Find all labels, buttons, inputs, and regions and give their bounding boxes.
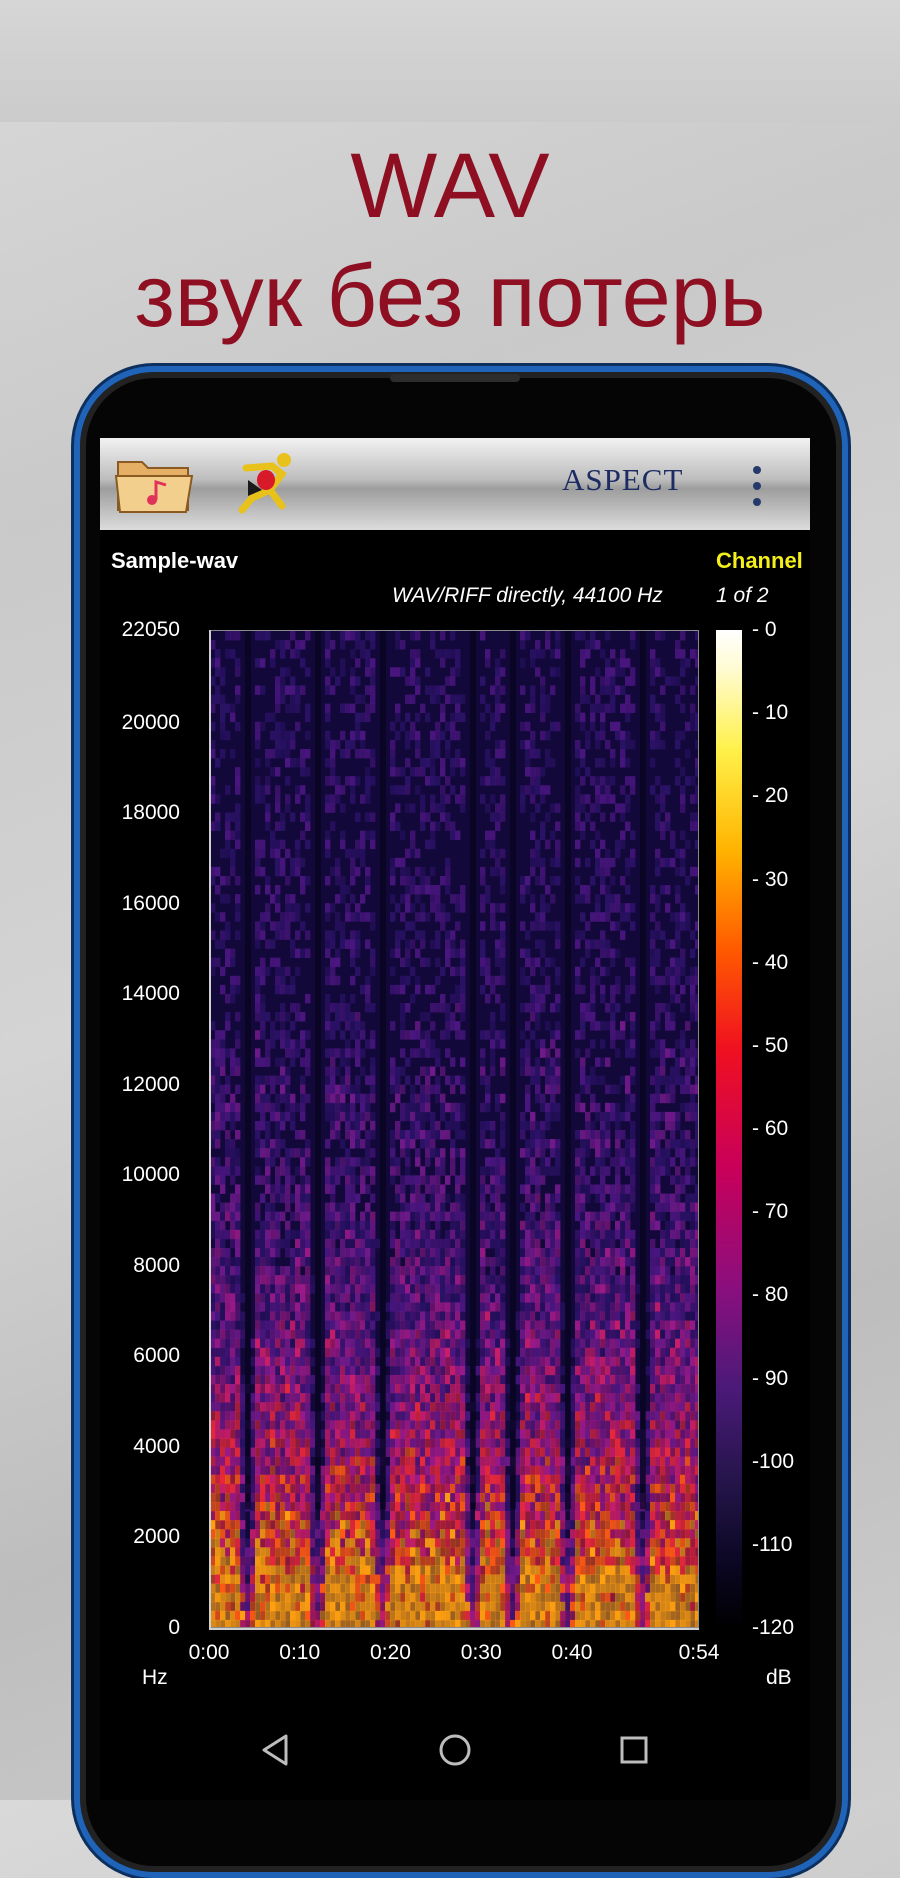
colorbar-tick-label: -100 <box>752 1450 812 1474</box>
x-tick-label: 0:10 <box>265 1641 335 1665</box>
y-tick-label: 18000 <box>80 801 180 825</box>
colorbar-tick-label: - 30 <box>752 868 812 892</box>
x-tick-label: 0:20 <box>355 1641 425 1665</box>
y-tick-label: 2000 <box>80 1525 180 1549</box>
colorbar-tick-label: -120 <box>752 1616 812 1640</box>
promo-headline-tagline: звук без потерь <box>0 252 900 340</box>
spectrogram-quiet-band <box>565 631 571 1509</box>
y-tick-label: 16000 <box>80 892 180 916</box>
spectrogram-quiet-band <box>245 631 251 1509</box>
spectrogram-heatmap <box>210 631 699 1628</box>
colorbar-tick-label: - 10 <box>752 701 812 725</box>
app-brand-logo: ASPECT <box>562 462 712 502</box>
colorbar-tick-label: - 90 <box>752 1367 812 1391</box>
colorbar-unit: dB <box>766 1666 792 1690</box>
spectrogram-quiet-band <box>510 631 516 1509</box>
x-tick-label: 0:00 <box>174 1641 244 1665</box>
colorbar-tick-label: - 20 <box>752 784 812 808</box>
android-nav-bar <box>100 1710 810 1790</box>
back-icon <box>254 1728 298 1772</box>
home-button[interactable] <box>433 1728 477 1772</box>
recording-title: Sample-wav <box>111 548 238 574</box>
y-tick-label: 0 <box>80 1616 180 1640</box>
x-tick-label: 0:40 <box>537 1641 607 1665</box>
colorbar-tick-label: - 70 <box>752 1200 812 1224</box>
spectrogram-quiet-band <box>470 631 476 1509</box>
spectrogram-quiet-band <box>315 631 321 1509</box>
colorbar-tick-label: - 50 <box>752 1034 812 1058</box>
colorbar-tick-label: - 60 <box>752 1117 812 1141</box>
y-axis-unit: Hz <box>142 1666 168 1690</box>
y-tick-label: 14000 <box>80 982 180 1006</box>
y-tick-label: 22050 <box>80 618 180 642</box>
format-info: WAV/RIFF directly, 44100 Hz <box>392 584 663 608</box>
recents-icon <box>612 1728 656 1772</box>
y-tick-label: 8000 <box>80 1254 180 1278</box>
x-axis-line <box>209 1628 699 1630</box>
back-button[interactable] <box>254 1728 298 1772</box>
overflow-menu-icon <box>753 498 761 506</box>
y-tick-label: 12000 <box>80 1073 180 1097</box>
overflow-menu-button[interactable] <box>746 464 768 508</box>
overflow-menu-icon <box>753 466 761 474</box>
colorbar-tick-label: -110 <box>752 1533 812 1557</box>
y-axis-line <box>209 630 211 1630</box>
running-figure-icon <box>232 450 302 516</box>
app-toolbar: ASPECT <box>100 438 810 530</box>
y-tick-label: 6000 <box>80 1344 180 1368</box>
phone-speaker <box>390 374 520 382</box>
analyze-button[interactable] <box>232 450 302 516</box>
y-tick-label: 4000 <box>80 1435 180 1459</box>
colorbar-tick-label: - 40 <box>752 951 812 975</box>
recents-button[interactable] <box>612 1728 656 1772</box>
home-icon <box>433 1728 477 1772</box>
music-folder-icon <box>114 452 196 516</box>
colorbar-tick-label: - 0 <box>752 618 812 642</box>
promo-headline-format: WAV <box>0 140 900 232</box>
spectrogram-plot[interactable] <box>209 630 699 1628</box>
open-file-button[interactable] <box>114 452 196 516</box>
spectrogram-quiet-band <box>640 631 646 1509</box>
x-tick-label: 0:54 <box>664 1641 734 1665</box>
y-tick-label: 20000 <box>80 711 180 735</box>
channel-count: 1 of 2 <box>716 584 769 608</box>
y-tick-label: 10000 <box>80 1163 180 1187</box>
colorbar-tick-label: - 80 <box>752 1283 812 1307</box>
overflow-menu-icon <box>753 482 761 490</box>
x-tick-label: 0:30 <box>446 1641 516 1665</box>
channel-selector[interactable]: Channel <box>716 548 803 574</box>
db-colorbar <box>716 630 742 1628</box>
spectrogram-quiet-band <box>380 631 386 1509</box>
promo-banner <box>0 0 900 122</box>
